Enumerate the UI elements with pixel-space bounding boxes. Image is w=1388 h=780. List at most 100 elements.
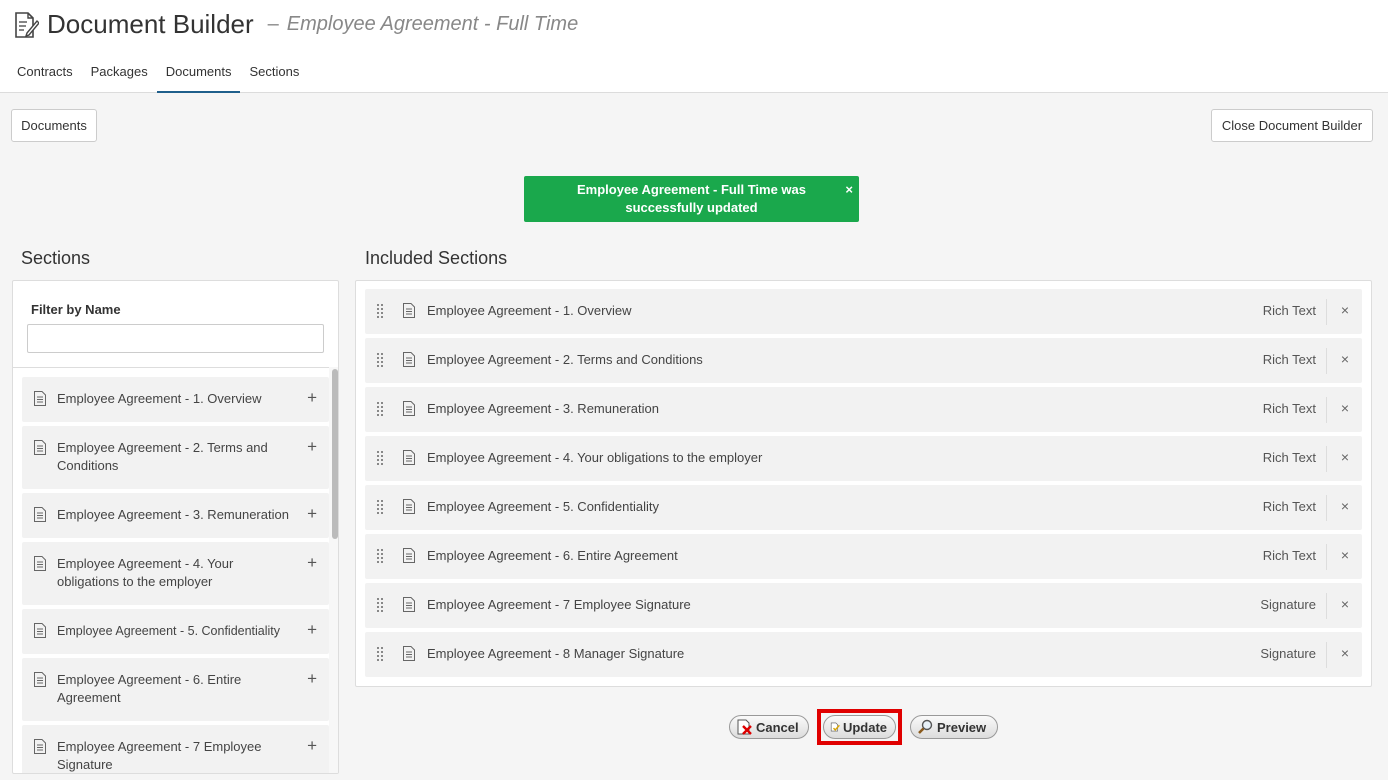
list-item: Employee Agreement - 3. Remuneration + — [22, 493, 329, 538]
add-section-button[interactable]: + — [307, 669, 317, 689]
remove-section-button[interactable]: × — [1341, 449, 1349, 465]
add-section-button[interactable]: + — [307, 504, 317, 524]
list-item: Employee Agreement - 1. Overview + — [22, 377, 329, 422]
document-icon — [34, 739, 46, 754]
remove-section-button[interactable]: × — [1341, 596, 1349, 612]
add-section-button[interactable]: + — [307, 736, 317, 756]
divider — [1326, 348, 1327, 374]
sections-panel: Filter by Name Employee Agreement - 1. O… — [12, 280, 339, 774]
close-document-builder-button[interactable]: Close Document Builder — [1211, 109, 1373, 142]
divider — [1326, 446, 1327, 472]
row-type: Signature — [1260, 646, 1316, 661]
document-edit-icon — [15, 11, 39, 38]
row-type: Signature — [1260, 597, 1316, 612]
document-icon — [403, 303, 415, 318]
row-label: Employee Agreement - 8 Manager Signature — [427, 646, 685, 661]
preview-label: Preview — [937, 719, 987, 735]
table-row[interactable]: Employee Agreement - 5. Confidentiality … — [365, 485, 1362, 530]
divider — [1326, 593, 1327, 619]
document-icon — [34, 391, 46, 406]
title-row: Document Builder – Employee Agreement - … — [13, 9, 578, 40]
divider — [1326, 397, 1327, 423]
table-row[interactable]: Employee Agreement - 7 Employee Signatur… — [365, 583, 1362, 628]
table-row[interactable]: Employee Agreement - 1. Overview Rich Te… — [365, 289, 1362, 334]
add-section-button[interactable]: + — [307, 620, 317, 640]
success-toast: Employee Agreement - Full Time was succe… — [524, 176, 859, 222]
drag-handle-icon[interactable] — [376, 450, 386, 466]
table-row[interactable]: Employee Agreement - 2. Terms and Condit… — [365, 338, 1362, 383]
drag-handle-icon[interactable] — [376, 303, 386, 319]
row-label: Employee Agreement - 5. Confidentiality — [427, 499, 659, 514]
add-section-button[interactable]: + — [307, 437, 317, 457]
document-icon — [403, 548, 415, 563]
table-row[interactable]: Employee Agreement - 8 Manager Signature… — [365, 632, 1362, 677]
scrollbar-thumb[interactable] — [332, 369, 338, 539]
update-highlight-box — [817, 709, 902, 745]
divider — [13, 367, 338, 368]
included-sections-heading: Included Sections — [365, 248, 508, 268]
divider — [1326, 642, 1327, 668]
add-section-button[interactable]: + — [307, 553, 317, 573]
list-item: Employee Agreement - 2. Terms and Condit… — [22, 426, 329, 489]
drag-handle-icon[interactable] — [376, 548, 386, 564]
included-sections-panel: Employee Agreement - 1. Overview Rich Te… — [355, 280, 1372, 687]
drag-handle-icon[interactable] — [376, 499, 386, 515]
title-separator: – — [267, 13, 279, 35]
list-item-label: Employee Agreement - 2. Terms and Condit… — [57, 440, 268, 473]
remove-section-button[interactable]: × — [1341, 645, 1349, 661]
row-label: Employee Agreement - 7 Employee Signatur… — [427, 597, 691, 612]
list-item-label: Employee Agreement - 1. Overview — [57, 391, 262, 406]
table-row[interactable]: Employee Agreement - 6. Entire Agreement… — [365, 534, 1362, 579]
tab-packages[interactable]: Packages — [82, 56, 157, 93]
list-item: Employee Agreement - 6. Entire Agreement… — [22, 658, 329, 721]
cancel-doc-icon — [737, 719, 752, 735]
toast-message: Employee Agreement - Full Time was succe… — [576, 182, 806, 215]
list-item-label: Employee Agreement - 4. Your obligations… — [57, 556, 234, 589]
list-item-label: Employee Agreement - 3. Remuneration — [57, 507, 289, 522]
document-icon — [403, 401, 415, 416]
table-row[interactable]: Employee Agreement - 3. Remuneration Ric… — [365, 387, 1362, 432]
row-type: Rich Text — [1262, 499, 1316, 514]
cancel-button[interactable]: Cancel — [729, 715, 809, 739]
drag-handle-icon[interactable] — [376, 597, 386, 613]
list-item: Employee Agreement - 7 Employee Signatur… — [22, 725, 329, 773]
remove-section-button[interactable]: × — [1341, 400, 1349, 416]
sections-heading: Sections — [21, 248, 91, 268]
document-icon — [403, 499, 415, 514]
tab-contracts[interactable]: Contracts — [8, 56, 82, 93]
row-label: Employee Agreement - 2. Terms and Condit… — [427, 352, 703, 367]
page-title: Document Builder — [47, 9, 254, 39]
remove-section-button[interactable]: × — [1341, 498, 1349, 514]
page-subtitle: Employee Agreement - Full Time — [286, 13, 579, 35]
remove-section-button[interactable]: × — [1341, 302, 1349, 318]
tab-documents[interactable]: Documents — [156, 56, 241, 93]
row-type: Rich Text — [1262, 450, 1316, 465]
add-section-button[interactable]: + — [307, 388, 317, 408]
document-icon — [34, 623, 46, 638]
remove-section-button[interactable]: × — [1341, 351, 1349, 367]
tab-sections[interactable]: Sections — [240, 56, 308, 93]
cancel-label: Cancel — [756, 719, 799, 735]
documents-button[interactable]: Documents — [11, 109, 97, 142]
document-icon — [34, 556, 46, 571]
drag-handle-icon[interactable] — [376, 646, 386, 662]
document-icon — [34, 672, 46, 687]
preview-button[interactable]: Preview — [910, 715, 998, 739]
row-label: Employee Agreement - 3. Remuneration — [427, 401, 659, 416]
document-icon — [34, 507, 46, 522]
document-icon — [403, 646, 415, 661]
document-icon — [403, 597, 415, 612]
document-icon — [403, 450, 415, 465]
scrollbar[interactable] — [329, 367, 338, 773]
row-type: Rich Text — [1262, 303, 1316, 318]
row-label: Employee Agreement - 6. Entire Agreement — [427, 548, 678, 563]
toast-close-button[interactable]: × — [845, 181, 853, 199]
drag-handle-icon[interactable] — [376, 401, 386, 417]
row-label: Employee Agreement - 4. Your obligations… — [427, 450, 763, 465]
remove-section-button[interactable]: × — [1341, 547, 1349, 563]
filter-label: Filter by Name — [31, 302, 121, 317]
table-row[interactable]: Employee Agreement - 4. Your obligations… — [365, 436, 1362, 481]
row-type: Rich Text — [1262, 401, 1316, 416]
drag-handle-icon[interactable] — [376, 352, 386, 368]
filter-input[interactable] — [27, 324, 324, 353]
